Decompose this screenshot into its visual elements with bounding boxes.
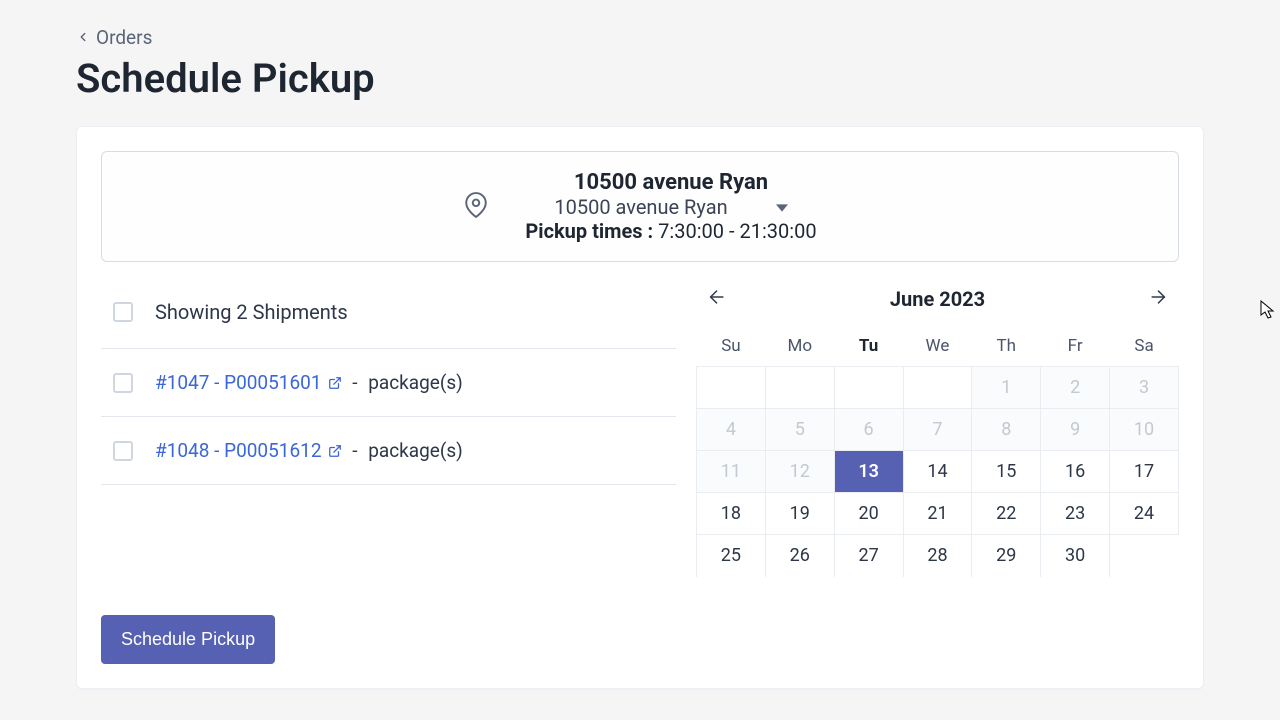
calendar-empty-cell [765,367,834,409]
calendar-day[interactable]: 25 [697,535,766,577]
calendar-day-header: Tu [834,326,903,367]
calendar-day-header: Mo [765,326,834,367]
calendar-day: 8 [972,409,1041,451]
shipment-packages: package(s) [368,371,463,394]
arrow-right-icon [1147,286,1169,308]
external-link-icon [328,376,342,390]
shipment-sep: - [352,439,357,462]
calendar-day[interactable]: 26 [765,535,834,577]
calendar-day[interactable]: 20 [834,493,903,535]
calendar-day[interactable]: 15 [972,451,1041,493]
pickup-times-value: 7:30:00 - 21:30:00 [658,219,816,243]
calendar-day[interactable]: 22 [972,493,1041,535]
calendar-day: 7 [903,409,972,451]
calendar-day: 1 [972,367,1041,409]
calendar-day[interactable]: 23 [1041,493,1110,535]
shipment-link[interactable]: #1047 - P00051601 [155,371,342,394]
pickup-times: Pickup times : 7:30:00 - 21:30:00 [525,219,816,243]
arrow-left-icon [706,286,728,308]
page-title: Schedule Pickup [76,55,1204,102]
calendar-empty-cell [903,367,972,409]
calendar-day[interactable]: 29 [972,535,1041,577]
shipment-row: #1047 - P00051601 - package(s) [101,349,676,417]
calendar-empty-cell [1110,535,1179,577]
calendar-day: 10 [1110,409,1179,451]
shipment-checkbox[interactable] [113,373,133,393]
calendar-day[interactable]: 28 [903,535,972,577]
calendar-day-header: Th [972,326,1041,367]
address-selector[interactable]: 10500 avenue Ryan 10500 avenue Ryan Pick… [101,151,1179,262]
calendar-day[interactable]: 19 [765,493,834,535]
calendar-day: 6 [834,409,903,451]
caret-down-icon [776,195,788,219]
calendar-month-label: June 2023 [890,287,985,311]
shipment-link-text: #1047 - P00051601 [155,371,322,394]
shipment-link[interactable]: #1048 - P00051612 [155,439,342,462]
calendar-day-header: Su [697,326,766,367]
calendar-day: 11 [697,451,766,493]
external-link-icon [328,444,342,458]
calendar-day[interactable]: 16 [1041,451,1110,493]
pickup-times-label: Pickup times : [525,219,653,243]
calendar-day-header: Sa [1110,326,1179,367]
calendar-day[interactable]: 24 [1110,493,1179,535]
shipment-row: #1048 - P00051612 - package(s) [101,417,676,485]
schedule-pickup-button[interactable]: Schedule Pickup [101,615,275,664]
calendar-day: 4 [697,409,766,451]
breadcrumb-label: Orders [96,26,152,49]
shipment-sep: - [352,371,357,394]
calendar-empty-cell [834,367,903,409]
shipments-header: Showing 2 Shipments [101,280,676,349]
calendar-day[interactable]: 14 [903,451,972,493]
shipment-packages: package(s) [368,439,463,462]
calendar-prev-month[interactable] [700,280,734,318]
calendar-next-month[interactable] [1141,280,1175,318]
calendar-day: 9 [1041,409,1110,451]
calendar-day[interactable]: 27 [834,535,903,577]
breadcrumb-orders[interactable]: Orders [76,26,152,49]
calendar-day: 3 [1110,367,1179,409]
shipment-link-text: #1048 - P00051612 [155,439,322,462]
address-dropdown[interactable]: 10500 avenue Ryan [554,195,787,219]
calendar: SuMoTuWeThFrSa 1234567891011121314151617… [696,326,1179,577]
address-name: 10500 avenue Ryan [525,170,816,195]
calendar-day: 5 [765,409,834,451]
shipment-checkbox[interactable] [113,441,133,461]
calendar-day-header: Fr [1041,326,1110,367]
calendar-empty-cell [697,367,766,409]
calendar-day[interactable]: 21 [903,493,972,535]
chevron-left-icon [76,26,90,49]
calendar-day[interactable]: 30 [1041,535,1110,577]
select-all-checkbox[interactable] [113,302,133,322]
calendar-day[interactable]: 13 [834,451,903,493]
calendar-day[interactable]: 18 [697,493,766,535]
calendar-day: 12 [765,451,834,493]
map-pin-icon [463,192,489,222]
shipments-count: Showing 2 Shipments [155,300,348,324]
calendar-day[interactable]: 17 [1110,451,1179,493]
calendar-day-header: We [903,326,972,367]
main-card: 10500 avenue Ryan 10500 avenue Ryan Pick… [76,126,1204,689]
calendar-day: 2 [1041,367,1110,409]
address-street: 10500 avenue Ryan [554,195,727,219]
